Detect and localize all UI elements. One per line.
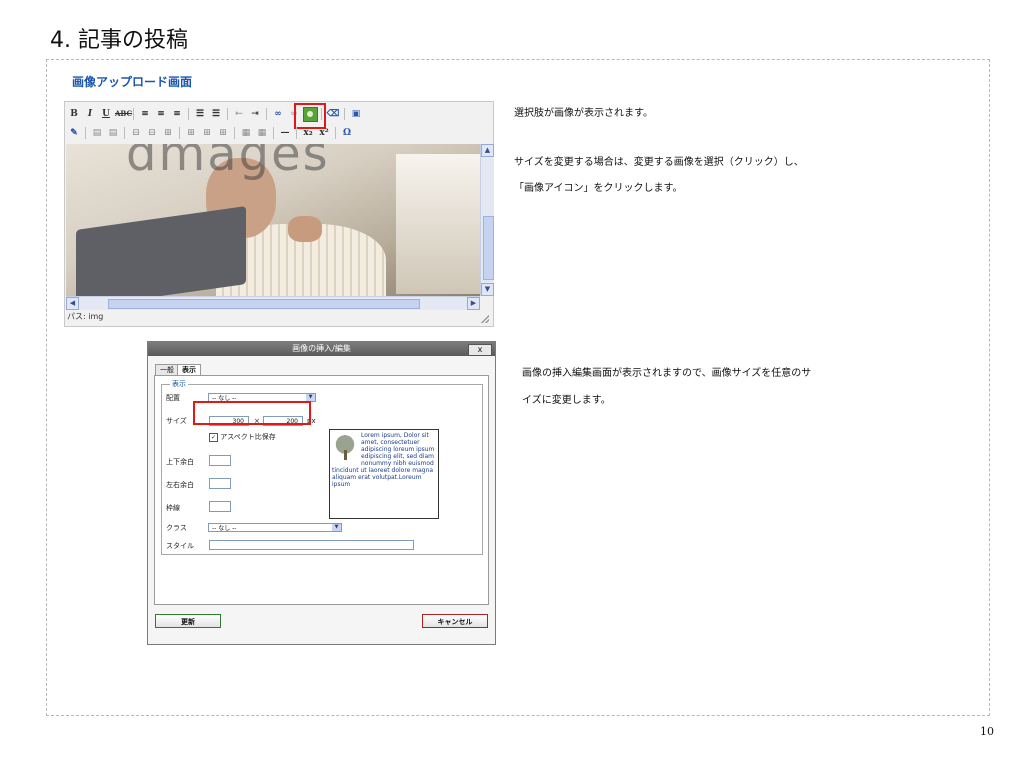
image-insert-dialog: 画像の挿入/編集 x 一般 表示 表示 配置 -- なし -- ▼ サイズ 30…	[147, 341, 496, 645]
toolbar-separator	[179, 127, 180, 139]
toolbar-separator	[344, 108, 345, 120]
scroll-down-icon[interactable]: ▼	[481, 283, 494, 296]
toolbar-separator	[234, 127, 235, 139]
table-icon[interactable]: ▤	[90, 126, 104, 140]
vspace-input[interactable]	[209, 455, 231, 466]
cleanup-icon[interactable]: ⌫	[326, 107, 340, 121]
update-button[interactable]: 更新	[155, 614, 221, 628]
italic-button[interactable]: I	[83, 107, 97, 121]
align-right-icon[interactable]: ≡	[170, 107, 184, 121]
toolbar-row-2: ✎ ▤ ▤ ⊟ ⊟ ⊞ ⊞ ⊞ ⊞ ▦ ▦ — x₂ x² Ω	[67, 124, 354, 142]
grid-alt-icon[interactable]: ▦	[255, 126, 269, 140]
scroll-up-icon[interactable]: ▲	[481, 144, 494, 157]
scroll-right-icon[interactable]: ▶	[467, 297, 480, 310]
align-left-icon[interactable]: ≡	[138, 107, 152, 121]
toolbar-separator	[266, 108, 267, 120]
border-label: 枠線	[166, 504, 180, 512]
instruction-text-2: サイズを変更する場合は、変更する画像を選択（クリック）し、	[514, 157, 804, 168]
rich-text-editor: B I U ABC ≡ ≡ ≡ ☰ ☰ ⇤ ⇥ ∞ ∞ ⌫ ▣ ✎ ▤ ▤ ⊟ …	[64, 101, 494, 327]
bold-button[interactable]: B	[67, 107, 81, 121]
element-path: パス: img	[67, 312, 104, 321]
resize-grip-icon[interactable]	[481, 315, 489, 323]
chevron-down-icon: ▼	[306, 394, 315, 401]
cell-merge-icon[interactable]: ⊞	[200, 126, 214, 140]
tree-icon	[332, 434, 358, 460]
cell-split-icon[interactable]: ⊞	[184, 126, 198, 140]
vspace-label: 上下余白	[166, 458, 194, 466]
toolbar-separator	[335, 127, 336, 139]
indent-icon[interactable]: ⇥	[248, 107, 262, 121]
section-heading: 画像アップロード画面	[72, 75, 193, 89]
vertical-scroll-thumb[interactable]	[483, 216, 494, 280]
align-label: 配置	[166, 394, 180, 402]
horizontal-scroll-thumb[interactable]	[108, 299, 420, 309]
keep-ratio-label: アスペクト比保存	[220, 433, 276, 441]
html-source-icon[interactable]: ▣	[349, 107, 363, 121]
style-label: スタイル	[166, 542, 194, 550]
hspace-label: 左右余白	[166, 481, 194, 489]
strikethrough-button[interactable]: ABC	[115, 107, 132, 121]
photo-hand	[288, 216, 322, 242]
slide-title: 4. 記事の投稿	[50, 28, 188, 53]
toolbar-separator	[188, 108, 189, 120]
cancel-button[interactable]: キャンセル	[422, 614, 488, 628]
horizontal-scrollbar[interactable]: ◀ ▶	[66, 296, 480, 310]
special-char-button[interactable]: Ω	[340, 126, 354, 140]
photo-laptop	[76, 206, 246, 296]
editor-content-image[interactable]: dmages	[66, 144, 480, 296]
fieldset-legend: 表示	[170, 379, 188, 389]
photo-watermark: dmages	[126, 144, 330, 182]
superscript-button[interactable]: x²	[317, 126, 331, 140]
background-window	[396, 154, 480, 294]
toolbar-separator	[296, 127, 297, 139]
dialog-title: 画像の挿入/編集	[292, 344, 351, 353]
align-center-icon[interactable]: ≡	[154, 107, 168, 121]
vertical-scrollbar[interactable]: ▲ ▼	[480, 144, 494, 296]
keep-ratio-checkbox[interactable]: ✓ アスペクト比保存	[209, 432, 276, 442]
underline-button[interactable]: U	[99, 107, 113, 121]
page-number: 10	[980, 725, 994, 738]
edit-icon[interactable]: ✎	[67, 126, 81, 140]
toolbar-separator	[85, 127, 86, 139]
horizontal-rule-icon[interactable]: —	[278, 126, 292, 140]
row-insert-icon[interactable]: ⊟	[129, 126, 143, 140]
checkbox-checked-icon[interactable]: ✓	[209, 432, 218, 442]
style-input[interactable]	[209, 540, 414, 550]
col-insert-icon[interactable]: ⊞	[161, 126, 175, 140]
class-select[interactable]: -- なし -- ▼	[208, 523, 342, 532]
instruction-text-5: イズに変更します。	[522, 395, 611, 406]
row-delete-icon[interactable]: ⊟	[145, 126, 159, 140]
scroll-left-icon[interactable]: ◀	[66, 297, 79, 310]
cell-props-icon[interactable]: ⊞	[216, 126, 230, 140]
link-icon[interactable]: ∞	[271, 107, 285, 121]
toolbar-separator	[124, 127, 125, 139]
toolbar-separator	[133, 108, 134, 120]
subscript-button[interactable]: x₂	[301, 126, 315, 140]
instruction-text-4: 画像の挿入編集画面が表示されますので、画像サイズを任意のサ	[522, 368, 812, 379]
chevron-down-icon: ▼	[332, 524, 341, 531]
instruction-text-3: 「画像アイコン」をクリックします。	[514, 183, 683, 194]
outdent-icon[interactable]: ⇤	[232, 107, 246, 121]
toolbar-separator	[273, 127, 274, 139]
size-label: サイズ	[166, 417, 187, 425]
bullet-list-icon[interactable]: ☰	[193, 107, 207, 121]
numbered-list-icon[interactable]: ☰	[209, 107, 223, 121]
hspace-input[interactable]	[209, 478, 231, 489]
close-icon[interactable]: x	[468, 344, 492, 356]
instruction-text-1: 選択肢が画像が表示されます。	[514, 108, 653, 119]
size-field-highlight	[193, 401, 311, 425]
grid-icon[interactable]: ▦	[239, 126, 253, 140]
class-select-value: -- なし --	[212, 525, 237, 532]
image-preview: Lorem ipsum, Dolor sit amet, consectetue…	[329, 429, 439, 519]
border-input[interactable]	[209, 501, 231, 512]
table-props-icon[interactable]: ▤	[106, 126, 120, 140]
class-label: クラス	[166, 524, 187, 532]
dialog-title-bar[interactable]: 画像の挿入/編集 x	[148, 342, 495, 356]
toolbar-separator	[227, 108, 228, 120]
